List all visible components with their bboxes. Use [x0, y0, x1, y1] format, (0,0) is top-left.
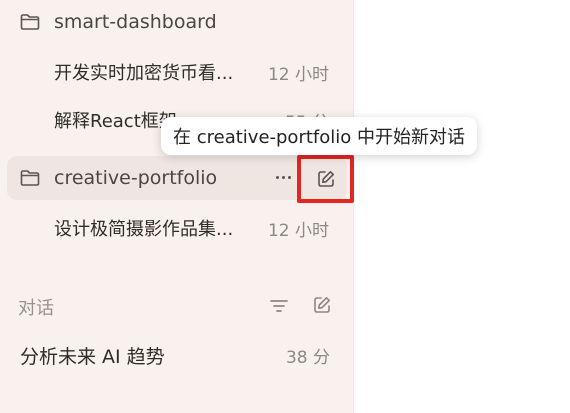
new-chat-in-project-button[interactable] — [297, 155, 354, 203]
folder-icon — [20, 170, 40, 186]
chat-title: 开发实时加密货币看... — [54, 63, 234, 84]
conversations-section-header: 对话 — [18, 292, 344, 320]
conversation-title: 分析未来 AI 趋势 — [20, 345, 165, 368]
project-name: creative-portfolio — [54, 167, 218, 189]
sort-button[interactable] — [268, 295, 290, 317]
more-icon — [275, 175, 279, 179]
new-conversation-button[interactable] — [311, 294, 333, 316]
new-chat-icon — [317, 171, 334, 187]
section-label: 对话 — [18, 298, 54, 319]
chat-time: 12 小时 — [267, 64, 329, 85]
chat-item[interactable]: 开发实时加密货币看... 12 小时 — [54, 57, 344, 87]
folder-icon — [20, 14, 40, 30]
chat-time: 12 小时 — [267, 220, 329, 241]
conversation-time: 38 分 — [285, 347, 330, 368]
project-row-creative-portfolio[interactable]: creative-portfolio — [7, 156, 347, 200]
project-row-smart-dashboard[interactable]: smart-dashboard — [7, 0, 347, 44]
chat-item[interactable]: 设计极简摄影作品集... 12 小时 — [54, 213, 344, 243]
compose-icon — [314, 297, 330, 313]
sort-icon — [270, 300, 288, 312]
chat-title: 解释React框架 — [54, 111, 177, 132]
project-name: smart-dashboard — [54, 11, 217, 33]
chat-title: 设计极简摄影作品集... — [54, 219, 234, 240]
conversation-item[interactable]: 分析未来 AI 趋势 38 分 — [20, 340, 344, 370]
new-chat-tooltip: 在 creative-portfolio 中开始新对话 — [161, 117, 477, 155]
sidebar: smart-dashboard 开发实时加密货币看... 12 小时 解释Rea… — [0, 0, 354, 413]
more-options-button[interactable] — [272, 166, 294, 188]
main-content-area — [354, 0, 570, 413]
